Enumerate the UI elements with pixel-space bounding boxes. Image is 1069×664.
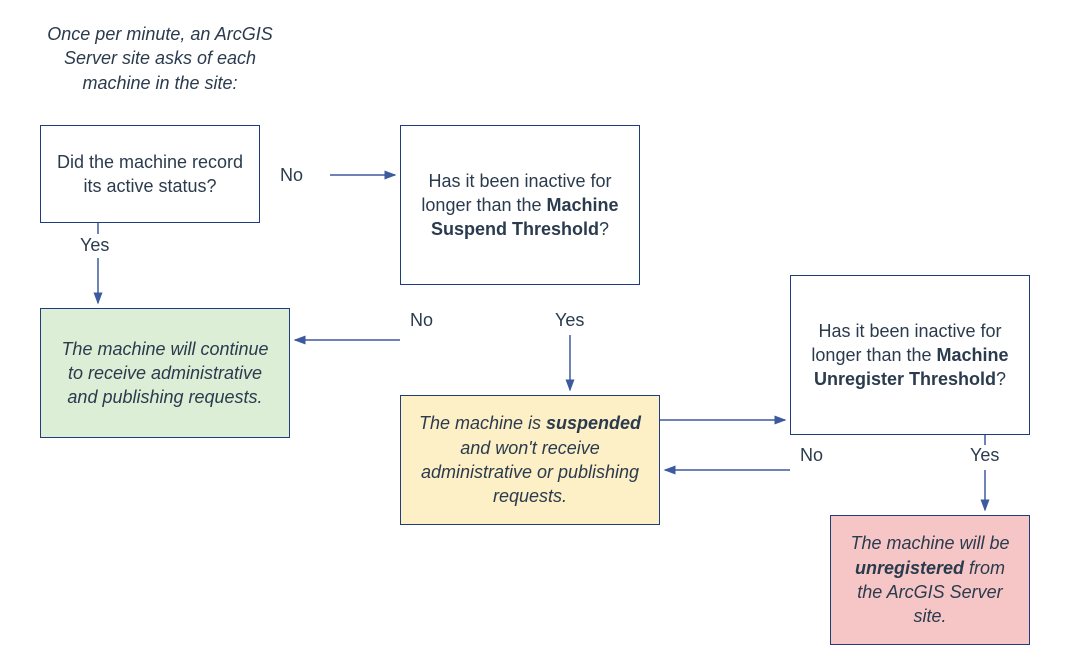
decision-unregister-threshold-text: Has it been inactive for longer than the… [805,319,1015,392]
label-q2-yes: Yes [555,310,584,331]
decision-suspend-threshold: Has it been inactive for longer than the… [400,125,640,285]
result-suspended: The machine is suspended and won't recei… [400,395,660,525]
result-continue: The machine will continue to receive adm… [40,308,290,438]
result-unregistered: The machine will be unregistered from th… [830,515,1030,645]
result-unregistered-text: The machine will be unregistered from th… [845,531,1015,628]
intro-text: Once per minute, an ArcGIS Server site a… [40,22,280,95]
label-q3-yes: Yes [970,445,999,466]
decision-suspend-threshold-text: Has it been inactive for longer than the… [415,169,625,242]
label-q1-yes: Yes [80,235,109,256]
decision-active-status: Did the machine record its active status… [40,125,260,223]
decision-active-status-text: Did the machine record its active status… [55,150,245,199]
label-q1-no: No [280,165,303,186]
decision-unregister-threshold: Has it been inactive for longer than the… [790,275,1030,435]
result-continue-text: The machine will continue to receive adm… [55,337,275,410]
label-q2-no: No [410,310,433,331]
result-suspended-text: The machine is suspended and won't recei… [415,411,645,508]
label-q3-no: No [800,445,823,466]
